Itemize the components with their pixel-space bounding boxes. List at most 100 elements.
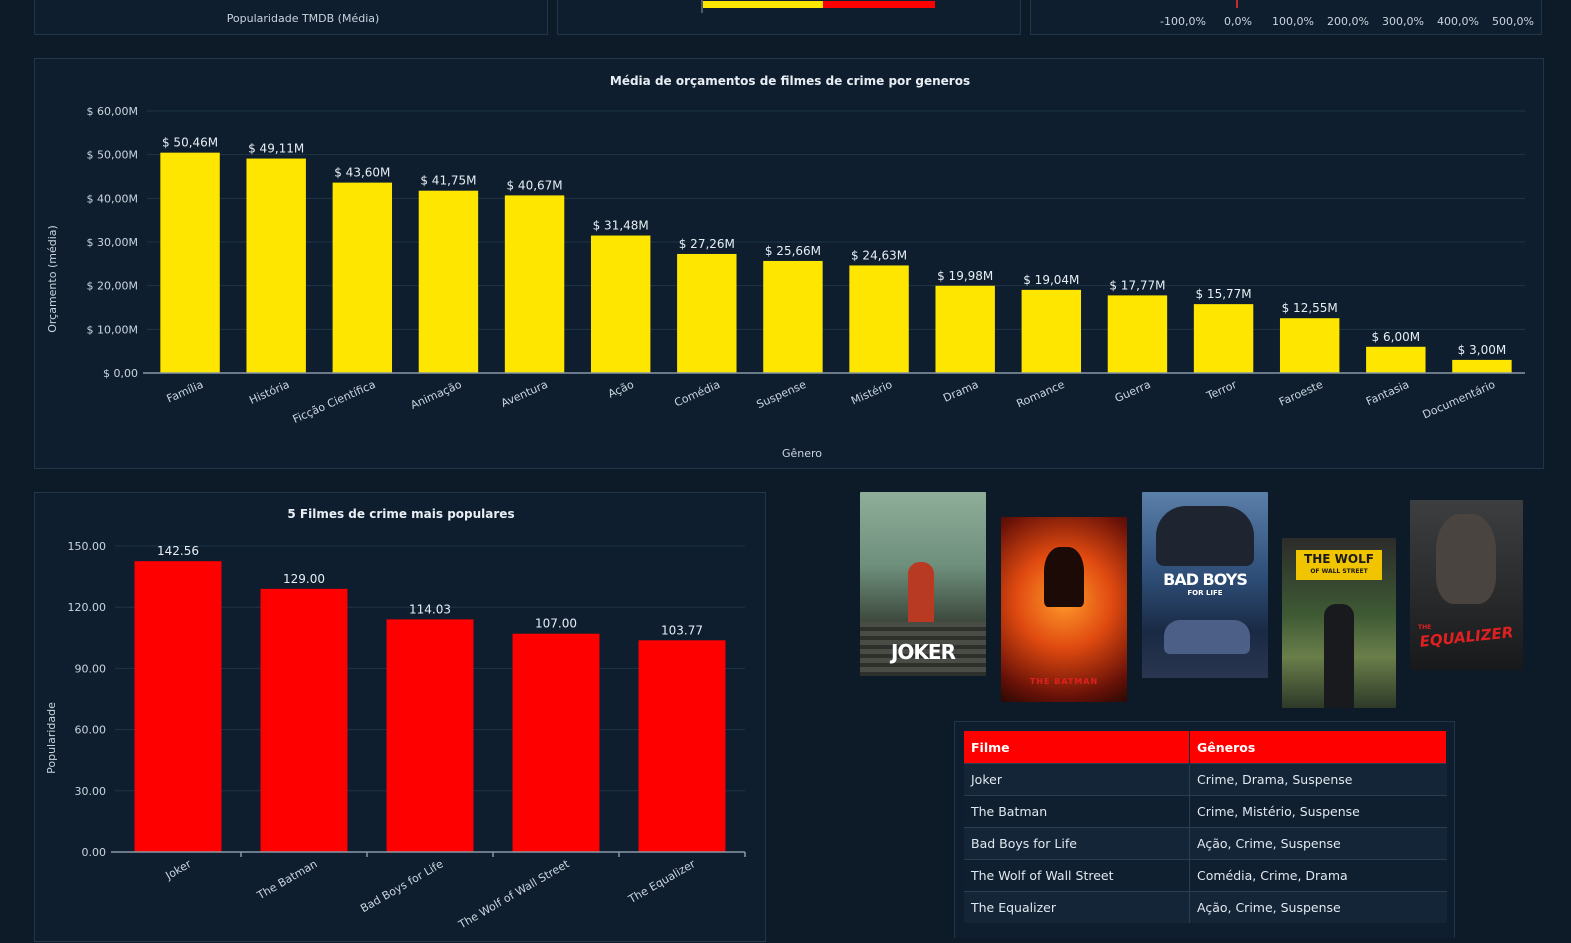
bar (638, 640, 726, 852)
budget-chart-title: Média de orçamentos de filmes de crime p… (610, 74, 970, 88)
bar (1021, 289, 1082, 373)
x-tick-label: Documentário (1421, 378, 1498, 422)
top-left-axis-title: Popularidade TMDB (Média) (227, 12, 380, 25)
top-left-panel: Popularidade TMDB (Média) (34, 0, 548, 35)
x-tick-label: Fantasia (1364, 378, 1411, 408)
poster-badboys-subtitle: FOR LIFE (1187, 589, 1223, 597)
bar (1452, 359, 1512, 373)
bar-value-label: $ 19,04M (1023, 273, 1079, 287)
x-tick-label: Faroeste (1277, 378, 1325, 409)
budget-chart-ylabel: Orçamento (média) (46, 225, 59, 333)
x-tick-label: The Batman (254, 857, 319, 902)
x-tick-label: Mistério (849, 378, 894, 408)
bar-value-label: 129.00 (283, 572, 325, 586)
top-right-tick-label: 400,0% (1437, 15, 1479, 28)
table-cell-filme: The Equalizer (964, 891, 1190, 923)
popularity-chart-panel: 5 Filmes de crime mais populares Popular… (34, 492, 766, 942)
popularity-chart-title: 5 Filmes de crime mais populares (287, 507, 514, 521)
bar-value-label: $ 41,75M (420, 174, 476, 188)
budget-chart: Média de orçamentos de filmes de crime p… (46, 74, 1525, 460)
table-cell-filme: The Batman (964, 795, 1190, 828)
top-middle-chart (701, 0, 935, 13)
top-right-panel: -100,0% 0,0% 100,0% 200,0% 300,0% 400,0% 500,0… (1030, 0, 1542, 35)
x-tick-label: Animação (409, 378, 464, 412)
top-right-tick-label: -100,0% (1160, 15, 1206, 28)
table-row: Bad Boys for Life Ação, Crime, Suspense (964, 827, 1447, 860)
bar-value-label: $ 31,48M (593, 219, 649, 233)
poster-the-batman: THE BATMAN (1001, 517, 1127, 702)
table-cell-filme: Bad Boys for Life (964, 827, 1190, 860)
movies-genres-table: Filme Gêneros Joker Crime, Drama, Suspens… (964, 731, 1447, 923)
poster-equalizer-face (1436, 514, 1496, 604)
poster-badboys-car (1164, 620, 1250, 654)
bar-value-label: $ 19,98M (937, 269, 993, 283)
poster-badboys-figures (1156, 506, 1254, 566)
top-middle-panel (557, 0, 1021, 35)
poster-wolf-subtitle: OF WALL STREET (1310, 568, 1368, 575)
poster-bad-boys-for-life: BAD BOYS FOR LIFE (1142, 492, 1268, 678)
x-tick-label: Família (165, 378, 206, 406)
x-tick-label: Drama (941, 378, 980, 405)
bar-value-label: $ 49,11M (248, 142, 304, 156)
y-tick-label: 90.00 (75, 662, 107, 675)
y-tick-label: 120.00 (68, 601, 107, 614)
bar-value-label: $ 27,26M (679, 237, 735, 251)
y-tick-label: $ 50,00M (87, 149, 138, 162)
x-tick-label: História (247, 378, 291, 407)
bar-value-label: $ 40,67M (506, 178, 562, 192)
budget-chart-xlabel: Gênero (782, 447, 822, 460)
budget-chart-panel: Média de orçamentos de filmes de crime p… (34, 58, 1544, 469)
bar-value-label: $ 3,00M (1458, 343, 1507, 357)
bar (1107, 295, 1168, 373)
bar-value-label: $ 15,77M (1195, 287, 1251, 301)
bar (849, 265, 909, 373)
bar (418, 190, 479, 373)
bar (134, 561, 222, 852)
y-tick-label: $ 0,00 (103, 367, 138, 380)
table-header-generos[interactable]: Gêneros (1189, 731, 1447, 764)
y-tick-label: 150.00 (68, 540, 107, 553)
table-cell-generos: Comédia, Crime, Drama (1189, 859, 1447, 892)
table-row: Joker Crime, Drama, Suspense (964, 763, 1447, 796)
bar-value-label: $ 25,66M (765, 244, 821, 258)
table-cell-generos: Crime, Drama, Suspense (1189, 763, 1447, 796)
x-tick-label: Ação (606, 378, 636, 401)
x-tick-label: Aventura (499, 378, 550, 410)
table-cell-filme: Joker (964, 763, 1190, 796)
top-right-axis: -100,0% 0,0% 100,0% 200,0% 300,0% 400,0% 500,0… (1160, 0, 1534, 28)
poster-the-equalizer: THE EQUALIZER (1410, 500, 1523, 670)
bar (260, 588, 348, 852)
x-tick-label: Guerra (1113, 378, 1153, 405)
bar-value-label: $ 12,55M (1282, 301, 1338, 315)
bar-value-label: $ 50,46M (162, 136, 218, 150)
x-tick-label: Terror (1204, 378, 1239, 403)
table-cell-filme: The Wolf of Wall Street (964, 859, 1190, 892)
popularity-chart: 5 Filmes de crime mais populares Popular… (45, 507, 746, 932)
table-header-filme[interactable]: Filme (964, 731, 1190, 764)
bar (590, 235, 651, 373)
bar-value-label: $ 43,60M (334, 166, 390, 180)
bar (512, 633, 600, 852)
y-tick-label: 60.00 (75, 724, 107, 737)
movies-genres-table-panel: Filme Gêneros Joker Crime, Drama, Suspens… (954, 721, 1455, 938)
bar (504, 195, 565, 373)
bar-value-label: $ 17,77M (1109, 278, 1165, 292)
bar (246, 158, 306, 373)
table-cell-generos: Crime, Mistério, Suspense (1189, 795, 1447, 828)
table-cell-generos: Ação, Crime, Suspense (1189, 827, 1447, 860)
bar-value-label: 107.00 (535, 617, 577, 631)
poster-batman-figure (1044, 547, 1084, 607)
x-tick-label: The Equalizer (625, 857, 698, 906)
table-cell-generos: Ação, Crime, Suspense (1189, 891, 1447, 923)
bar (1279, 318, 1340, 373)
top-right-tick-label: 500,0% (1492, 15, 1534, 28)
bar (332, 182, 393, 373)
x-tick-label: The Wolf of Wall Street (456, 857, 573, 932)
bar (763, 260, 823, 373)
y-tick-label: 30.00 (75, 785, 107, 798)
y-tick-label: 0.00 (82, 846, 107, 859)
table-row: The Batman Crime, Mistério, Suspense (964, 795, 1447, 828)
bar (677, 253, 737, 373)
top-middle-bar-red (823, 1, 935, 8)
popularity-chart-ylabel: Popularidade (45, 702, 58, 774)
